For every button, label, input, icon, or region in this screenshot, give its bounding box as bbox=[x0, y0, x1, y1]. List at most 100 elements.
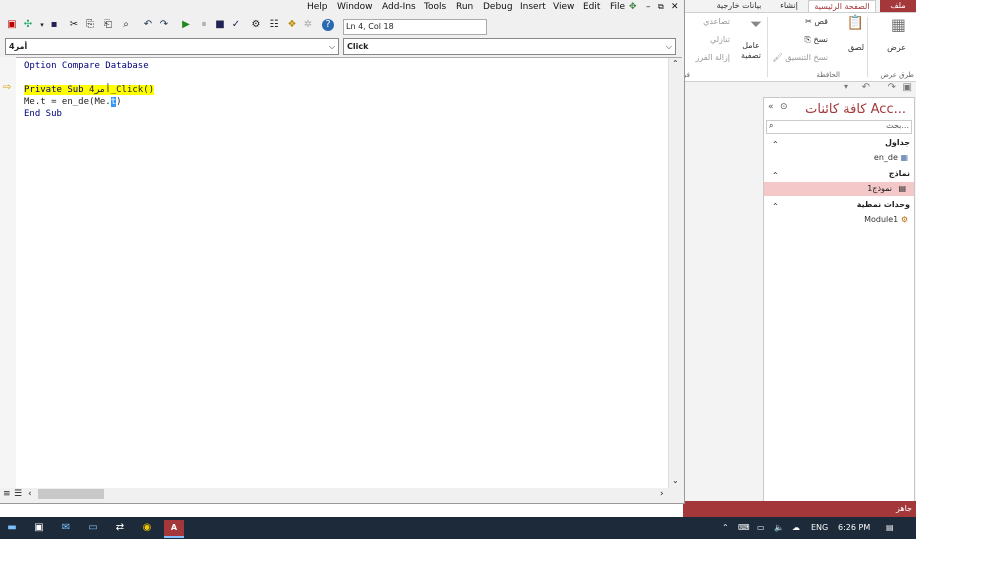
scroll-down-icon[interactable]: ⌄ bbox=[672, 476, 679, 485]
tab-file[interactable]: ملف bbox=[880, 0, 916, 12]
monitor-icon[interactable]: ▭ bbox=[87, 522, 99, 534]
menu-help[interactable]: Help bbox=[307, 2, 328, 12]
copy-button[interactable]: ⎘ نسخ bbox=[805, 35, 828, 45]
object-combo-value: أمر4 bbox=[9, 42, 28, 51]
close-icon[interactable]: ✕ bbox=[671, 2, 679, 12]
run-icon[interactable]: ▶ bbox=[180, 19, 192, 31]
reset-icon[interactable]: ■ bbox=[214, 19, 226, 31]
undo-icon[interactable]: ↶ bbox=[862, 82, 870, 93]
find-icon[interactable]: ⌕ bbox=[120, 19, 132, 31]
filter-icon[interactable]: ⏷ bbox=[750, 15, 762, 33]
code-text: ) bbox=[116, 97, 122, 107]
chrome-icon[interactable]: ◉ bbox=[141, 522, 153, 534]
redo-icon[interactable]: ↷ bbox=[158, 19, 170, 31]
save-icon[interactable]: ▣ bbox=[903, 82, 912, 93]
teamviewer-icon[interactable]: ⇄ bbox=[114, 522, 126, 534]
menu-view[interactable]: View bbox=[553, 2, 574, 12]
notifications-icon[interactable]: ▤ bbox=[886, 523, 894, 532]
scroll-right-icon[interactable]: › bbox=[660, 489, 664, 499]
vertical-scrollbar[interactable]: ⌃ ⌄ bbox=[668, 58, 682, 488]
procedure-combo[interactable]: Click ⌵ bbox=[343, 38, 676, 55]
chevron-down-icon[interactable]: ▾ bbox=[36, 19, 48, 31]
margin-indicator-bar[interactable]: ⇨ bbox=[0, 57, 17, 488]
collapse-forms-icon[interactable]: ⌃ bbox=[772, 171, 779, 180]
undo-icon[interactable]: ↶ bbox=[142, 19, 154, 31]
code-window[interactable]: Option Compare Database Private Sub أمر4… bbox=[16, 57, 682, 489]
view-button[interactable]: عرض bbox=[887, 43, 906, 52]
copy-icon[interactable]: ⎘ bbox=[84, 19, 96, 31]
restore-icon[interactable]: ⧉ bbox=[658, 2, 664, 12]
paste-icon[interactable]: 📋 bbox=[847, 15, 864, 31]
view-icon[interactable]: ▦ bbox=[891, 15, 906, 34]
procedure-view-icon[interactable]: ≡ bbox=[3, 489, 11, 499]
vba-project-icon: ✥ bbox=[629, 2, 637, 12]
nav-section-forms[interactable]: نماذج bbox=[889, 169, 910, 178]
remove-sort-button[interactable]: إزالة الفرز bbox=[695, 53, 730, 62]
redo-icon[interactable]: ↷ bbox=[888, 82, 896, 93]
tab-external-data[interactable]: بيانات خارجية bbox=[710, 0, 768, 12]
collapse-pane-icon[interactable]: « bbox=[768, 102, 774, 112]
project-explorer-icon[interactable]: ⚙ bbox=[250, 19, 262, 31]
mail-icon[interactable]: ✉ bbox=[60, 522, 72, 534]
help-icon[interactable]: ? bbox=[322, 19, 334, 31]
design-mode-icon[interactable]: ✓ bbox=[230, 19, 242, 31]
nav-pane-title[interactable]: كافة كائنات Acc... bbox=[805, 102, 906, 117]
code-line-1: Option Compare Database bbox=[24, 61, 149, 71]
menu-addins[interactable]: Add-Ins bbox=[382, 2, 416, 12]
filter-button[interactable]: عامل تصفية bbox=[738, 41, 764, 61]
paste-button[interactable]: لصق bbox=[848, 43, 864, 52]
customize-icon[interactable]: ▾ bbox=[844, 82, 848, 91]
cloud-icon[interactable]: ☁ bbox=[792, 523, 800, 532]
tab-create[interactable]: إنشاء bbox=[772, 0, 806, 12]
minimize-icon[interactable]: – bbox=[646, 2, 651, 12]
menu-debug[interactable]: Debug bbox=[483, 2, 513, 12]
views-group-label: طرق عرض bbox=[880, 71, 914, 79]
access-app-icon[interactable]: A bbox=[164, 520, 184, 538]
form-icon: ▤ bbox=[898, 184, 906, 193]
code-line-3: Me.t = en_de(Me.t) bbox=[24, 97, 122, 107]
properties-icon[interactable]: ☷ bbox=[268, 19, 280, 31]
menu-file[interactable]: File bbox=[610, 2, 625, 12]
object-browser-icon[interactable]: ❖ bbox=[286, 19, 298, 31]
format-painter-button[interactable]: 🖌 نسخ التنسيق bbox=[773, 53, 828, 62]
clock[interactable]: 6:26 PM bbox=[838, 523, 870, 532]
chevron-down-icon: ⌵ bbox=[328, 42, 335, 51]
menu-run[interactable]: Run bbox=[456, 2, 473, 12]
scroll-left-icon[interactable]: ‹ bbox=[28, 489, 32, 499]
nav-item-module[interactable]: Module1 ⚙ bbox=[864, 215, 908, 224]
sort-descending-button[interactable]: تنازلي bbox=[710, 35, 730, 44]
menu-edit[interactable]: Edit bbox=[583, 2, 600, 12]
language-indicator[interactable]: ENG bbox=[811, 523, 828, 532]
menu-tools[interactable]: Tools bbox=[424, 2, 446, 12]
store-icon[interactable]: ▣ bbox=[33, 522, 45, 534]
menu-window[interactable]: Window bbox=[337, 2, 373, 12]
nav-item-form[interactable]: ▤ نموذج1 bbox=[764, 182, 914, 196]
nav-search-input[interactable]: ⌕ بحث... bbox=[766, 120, 912, 134]
nav-item-table[interactable]: en_de ▦ bbox=[874, 153, 908, 162]
object-combo[interactable]: أمر4 ⌵ bbox=[5, 38, 339, 55]
save-icon[interactable]: ▪ bbox=[48, 19, 60, 31]
volume-icon[interactable]: 🔈 bbox=[774, 523, 784, 532]
cut-button[interactable]: ✂ قص bbox=[805, 17, 828, 26]
menu-insert[interactable]: Insert bbox=[520, 2, 546, 12]
insert-module-icon[interactable]: ✣ bbox=[22, 19, 34, 31]
paste-icon[interactable]: ⎗ bbox=[102, 19, 114, 31]
collapse-modules-icon[interactable]: ⌃ bbox=[772, 202, 779, 211]
cut-icon[interactable]: ✂ bbox=[68, 19, 80, 31]
nav-section-tables[interactable]: جداول bbox=[885, 138, 910, 147]
file-explorer-icon[interactable]: ▬ bbox=[6, 522, 18, 534]
module-icon: ⚙ bbox=[900, 215, 908, 224]
network-icon[interactable]: ▭ bbox=[757, 523, 765, 532]
show-hidden-icons-icon[interactable]: ⌃ bbox=[722, 523, 729, 532]
break-icon[interactable]: ⏸ bbox=[198, 19, 210, 31]
scroll-up-icon[interactable]: ⌃ bbox=[672, 59, 679, 68]
toolbox-icon[interactable]: ✲ bbox=[302, 19, 314, 31]
view-access-icon[interactable]: ▣ bbox=[6, 19, 18, 31]
full-module-view-icon[interactable]: ☰ bbox=[14, 489, 22, 499]
collapse-tables-icon[interactable]: ⌃ bbox=[772, 140, 779, 149]
nav-section-modules[interactable]: وحدات نمطية bbox=[857, 200, 910, 209]
chevron-down-icon[interactable]: ⊙ bbox=[780, 102, 788, 112]
sort-ascending-button[interactable]: تصاعدي bbox=[703, 17, 730, 26]
horizontal-scroll-thumb[interactable] bbox=[38, 489, 104, 499]
ime-icon[interactable]: ⌨ bbox=[738, 523, 750, 532]
